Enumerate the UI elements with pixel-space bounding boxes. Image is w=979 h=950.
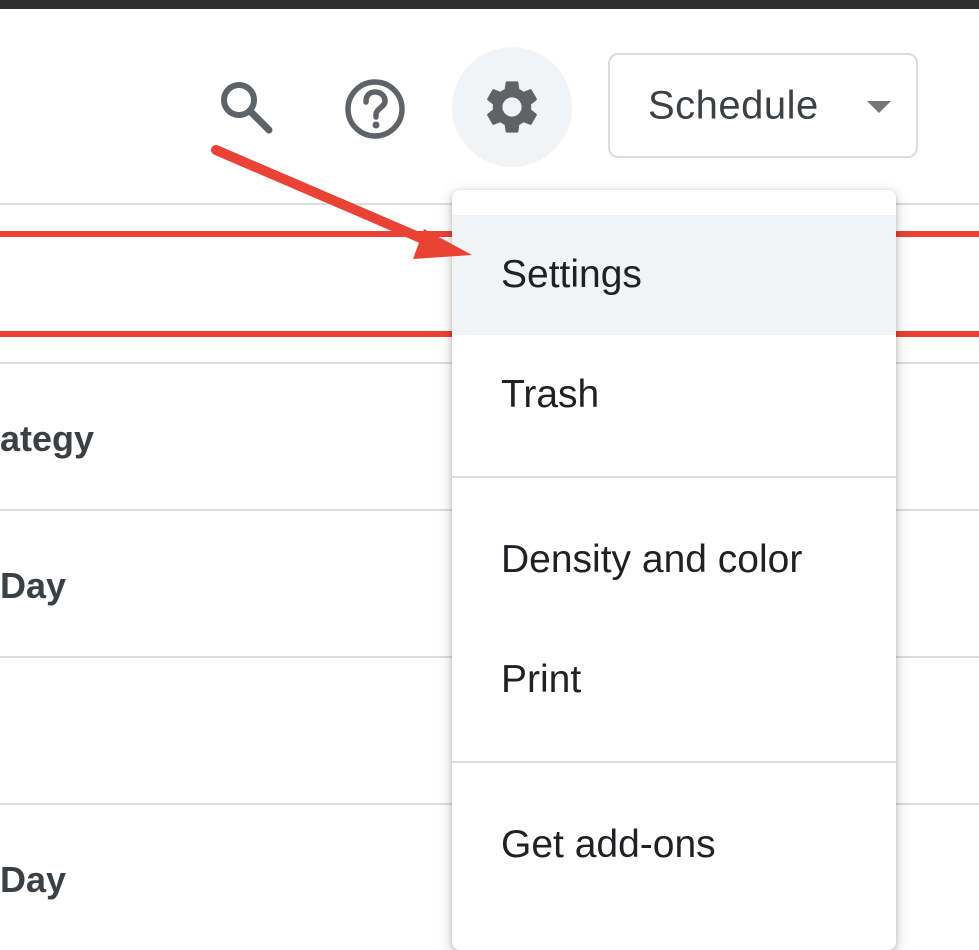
caret-down-icon	[867, 101, 891, 113]
menu-item-label: Trash	[501, 373, 600, 416]
menu-item-settings[interactable]: Settings	[452, 215, 896, 335]
settings-button[interactable]	[452, 47, 572, 167]
help-button[interactable]	[340, 77, 410, 141]
view-selector-label: Schedule	[648, 83, 819, 127]
menu-item-label: Density and color	[501, 538, 803, 581]
gear-icon	[487, 81, 537, 133]
settings-menu: Settings Trash Density and color Print G…	[452, 190, 896, 950]
menu-item-label: Settings	[501, 253, 642, 296]
menu-divider	[452, 761, 896, 763]
window-top-strip	[0, 0, 979, 9]
menu-item-trash[interactable]: Trash	[452, 335, 896, 455]
event-title[interactable]: ategy	[0, 418, 94, 460]
menu-item-print[interactable]: Print	[452, 620, 896, 740]
menu-item-label: Print	[501, 658, 582, 701]
menu-item-get-add-ons[interactable]: Get add-ons	[452, 785, 896, 905]
annotation-arrow-shaft	[211, 145, 435, 247]
search-icon	[221, 82, 273, 134]
menu-item-label: Get add-ons	[501, 823, 716, 866]
event-title[interactable]: Day	[0, 565, 66, 607]
event-title[interactable]: Day	[0, 859, 66, 901]
menu-divider	[452, 476, 896, 478]
help-icon	[345, 79, 405, 139]
search-button[interactable]	[212, 77, 282, 139]
menu-item-density-and-color[interactable]: Density and color	[452, 500, 896, 620]
view-selector-dropdown[interactable]: Schedule	[608, 53, 918, 158]
